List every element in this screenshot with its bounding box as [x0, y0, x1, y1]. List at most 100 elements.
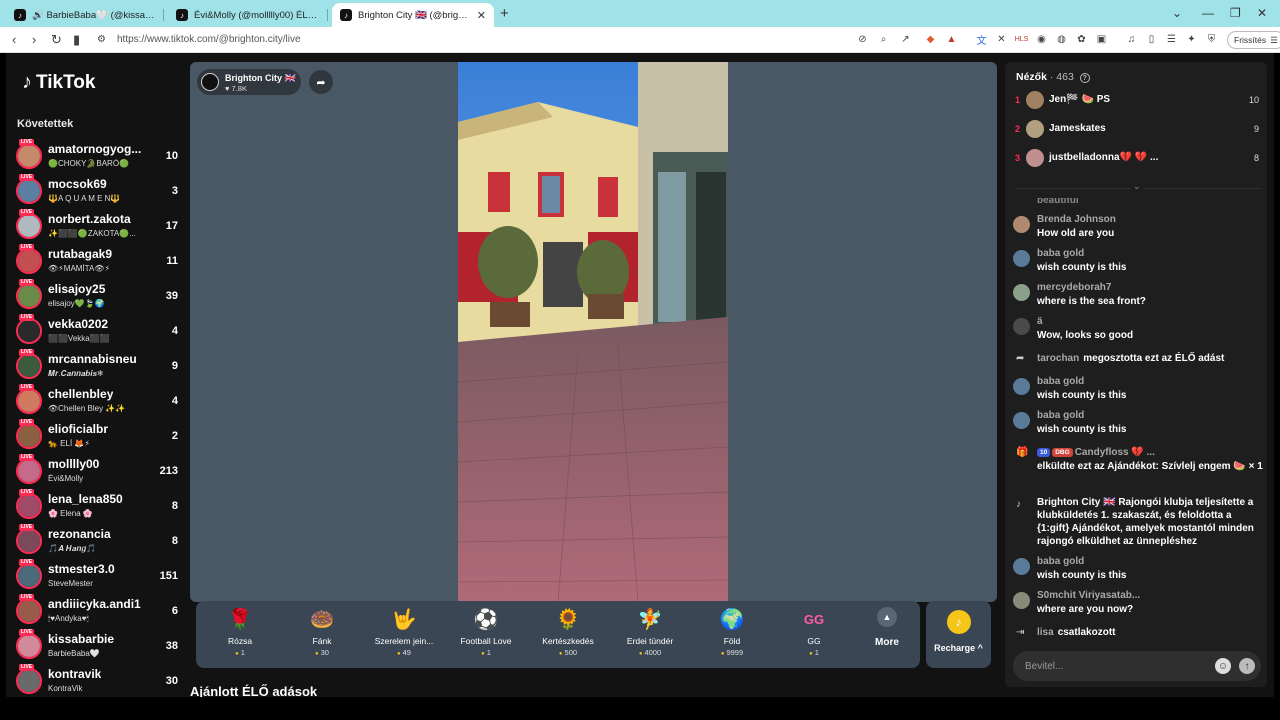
minimize-icon[interactable]: — [1202, 6, 1214, 20]
avatar[interactable] [16, 528, 42, 554]
extension-icon[interactable]: ◍ [1055, 33, 1068, 46]
vpn-extension-icon[interactable]: ◉ [1035, 33, 1048, 46]
avatar[interactable] [1013, 318, 1030, 335]
live-video-stage[interactable]: Brighton City 🇬🇧 ♥ 7.8K ➦ [190, 62, 997, 602]
avatar[interactable] [16, 353, 42, 379]
browser-tab-active[interactable]: ♪ Brighton City 🇬🇧 (@brighton.city) ✕ [332, 3, 494, 27]
following-item[interactable]: LIVE lena_lena850 🌸 Elena 🌸 8 [16, 489, 186, 523]
avatar[interactable] [1026, 149, 1044, 167]
following-item[interactable]: LIVE vekka0202 ⬛⬛Vekka⬛⬛ 4 [16, 314, 186, 348]
avatar[interactable] [1013, 216, 1030, 233]
following-username[interactable]: stmester3.0 [48, 562, 115, 576]
brave-shield-icon[interactable]: ◆ [924, 33, 937, 46]
following-username[interactable]: mrcannabisneu [48, 352, 137, 366]
following-item[interactable]: LIVE rezonancia 🎵𝑨 𝑯𝒂𝒏𝒈🎵 8 [16, 524, 186, 558]
following-item[interactable]: LIVE amatornogyog... 🟢CHOKY🐊BARÓ🟢 10 [16, 139, 186, 173]
following-username[interactable]: elisajoy25 [48, 282, 105, 296]
gift-item[interactable]: 🍩 Fánk 30 [282, 605, 362, 665]
avatar[interactable] [16, 563, 42, 589]
following-username[interactable]: amatornogyog... [48, 142, 141, 156]
avatar[interactable] [1013, 412, 1030, 429]
screenshot-icon[interactable]: ▣ [1095, 33, 1108, 46]
camera-off-icon[interactable]: ⊘ [856, 33, 869, 46]
close-tab-icon[interactable]: ✕ [477, 9, 486, 22]
back-icon[interactable]: ‹ [12, 32, 16, 47]
media-icon[interactable]: ♫ [1125, 33, 1138, 46]
avatar[interactable] [16, 423, 42, 449]
reading-list-icon[interactable]: ☰ [1165, 33, 1178, 46]
share-page-icon[interactable]: ↗ [899, 33, 912, 46]
browser-tab[interactable]: ♪ Évi&Molly (@mollllly00) ÉLŐ adásban [168, 3, 328, 27]
gift-item[interactable]: 🌻 Kertészkedés 500 [528, 605, 608, 665]
following-username[interactable]: vekka0202 [48, 317, 108, 331]
following-item[interactable]: LIVE mrcannabisneu 𝑴𝒓.𝑪𝒂𝒏𝒏𝒂𝒃𝒊𝒔❄ 9 [16, 349, 186, 383]
following-item[interactable]: LIVE mocsok69 🔱A Q U A M E N🔱 3 [16, 174, 186, 208]
tiktok-logo[interactable]: ♪ TikTok [22, 71, 95, 94]
following-username[interactable]: elioficialbr [48, 422, 108, 436]
gift-item[interactable]: 🤟 Szerelem jein... 49 [364, 605, 444, 665]
browser-tab[interactable]: ♪ 🔊 BarbieBaba🤍 (@kissabarbie) ÉL [6, 3, 164, 27]
avatar[interactable] [16, 633, 42, 659]
info-icon[interactable]: ? [1079, 73, 1090, 83]
avatar[interactable] [16, 668, 42, 694]
translate-icon[interactable]: 文 [975, 33, 988, 47]
leo-ai-icon[interactable]: ✦ [1185, 33, 1198, 46]
chat-username[interactable]: baba gold [1037, 376, 1084, 387]
following-item[interactable]: LIVE elioficialbr 🐆 ELÍ 🦊⚡ 2 [16, 419, 186, 453]
following-username[interactable]: kissabarbie [48, 632, 114, 646]
avatar[interactable] [1013, 284, 1030, 301]
avatar[interactable] [16, 248, 42, 274]
expand-chevron-icon[interactable]: ⌄ [1130, 181, 1144, 192]
avatar[interactable] [16, 388, 42, 414]
forward-icon[interactable]: › [32, 32, 36, 47]
chat-username[interactable]: baba gold [1037, 248, 1084, 259]
address-bar-url[interactable]: https://www.tiktok.com/@brighton.city/li… [117, 34, 301, 45]
tab-list-chevron-icon[interactable]: ⌄ [1172, 6, 1182, 20]
following-item[interactable]: LIVE kontravik KontraVik 30 [16, 664, 186, 697]
following-username[interactable]: molllly00 [48, 457, 99, 471]
host-info-pill[interactable]: Brighton City 🇬🇧 ♥ 7.8K [197, 69, 301, 95]
host-avatar[interactable] [201, 73, 219, 91]
chat-username[interactable]: Candyfloss 💔 ... [1075, 447, 1155, 458]
hls-extension-icon[interactable]: HLS [1015, 33, 1029, 46]
top-viewer[interactable]: 3 justbelladonna💔 💔 ... 8 [1015, 148, 1261, 170]
viewer-name[interactable]: Jameskates [1049, 123, 1106, 134]
more-gifts-button[interactable]: ▲ More [869, 607, 905, 661]
vpn-shield-icon[interactable]: ⛨ [1205, 33, 1218, 46]
following-item[interactable]: LIVE kissabarbie BarbieBaba🤍 38 [16, 629, 186, 663]
top-viewer[interactable]: 1 Jen🏁 🍉 PS 10 [1015, 90, 1261, 112]
puzzle-icon[interactable]: ✿ [1075, 33, 1088, 46]
window-close-icon[interactable]: ✕ [1257, 6, 1267, 20]
following-item[interactable]: LIVE norbert.zakota ✨⬛⬛🟢ZAKOTA🟢... 17 [16, 209, 186, 243]
avatar[interactable] [16, 318, 42, 344]
gift-item[interactable]: 🌹 Rózsa 1 [200, 605, 280, 665]
chat-username[interactable]: ä [1037, 316, 1043, 327]
emoji-button[interactable]: ☺ [1215, 658, 1231, 674]
chat-username[interactable]: Brenda Johnson [1037, 214, 1116, 225]
viewer-name[interactable]: Jen🏁 🍉 PS [1049, 94, 1110, 105]
share-button[interactable]: ➦ [309, 70, 333, 94]
chat-username[interactable]: lisa [1037, 627, 1054, 638]
viewer-name[interactable]: justbelladonna💔 💔 ... [1049, 152, 1158, 163]
following-username[interactable]: kontravik [48, 667, 101, 681]
x-extension-icon[interactable]: ✕ [995, 33, 1008, 46]
chat-username[interactable]: tarochan [1037, 353, 1079, 364]
avatar[interactable] [1026, 120, 1044, 138]
host-name[interactable]: Brighton City 🇬🇧 [225, 73, 296, 84]
avatar[interactable] [16, 178, 42, 204]
site-settings-icon[interactable]: ⚙ [97, 34, 106, 45]
avatar[interactable] [16, 458, 42, 484]
recharge-button[interactable]: ♪ Recharge ^ [926, 601, 991, 668]
rewards-icon[interactable]: ▲ [945, 33, 958, 46]
following-username[interactable]: andiiicyka.andi1 [48, 597, 141, 611]
following-item[interactable]: LIVE rutabagak9 👁⚡MAMÍTA👁⚡ 11 [16, 244, 186, 278]
send-button[interactable]: ↑ [1239, 658, 1255, 674]
avatar[interactable] [1013, 558, 1030, 575]
avatar[interactable] [16, 598, 42, 624]
avatar[interactable] [16, 493, 42, 519]
bookmark-icon[interactable]: ▮ [73, 32, 80, 48]
avatar[interactable] [16, 143, 42, 169]
gift-item[interactable]: 🧚 Erdei tündér 4000 [610, 605, 690, 665]
following-item[interactable]: LIVE elisajoy25 elisajoy💚🍃🌍 39 [16, 279, 186, 313]
restore-icon[interactable]: ❐ [1230, 6, 1241, 20]
